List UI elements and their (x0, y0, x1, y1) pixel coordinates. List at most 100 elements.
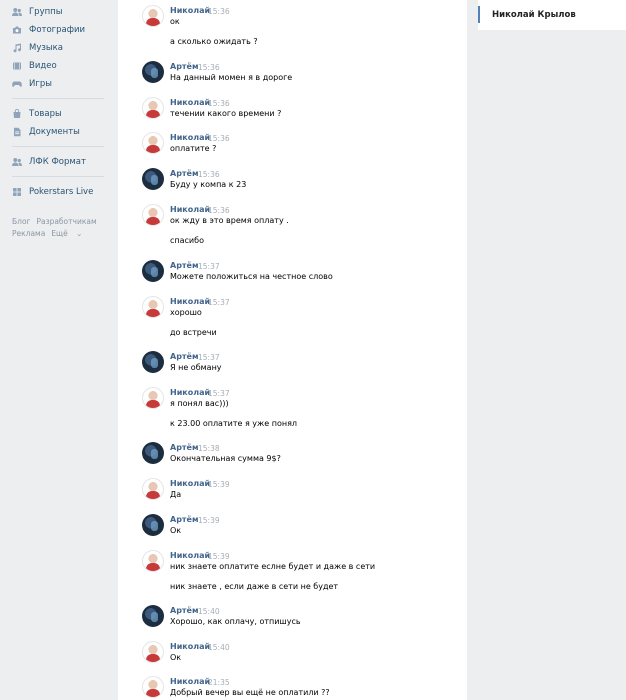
nav-item-documents[interactable]: Документы (12, 125, 80, 139)
message-author[interactable]: Артём (170, 169, 199, 178)
conversation-peer-name[interactable]: Николай Крылов (492, 10, 576, 20)
message-text: Хорошо, как оплачу, отпишусь (170, 617, 301, 626)
message-time[interactable]: 15:39 (208, 552, 230, 561)
app-icon (12, 187, 22, 197)
nav-label: Игры (29, 79, 52, 89)
message-author[interactable]: Николай (170, 677, 210, 686)
avatar[interactable] (142, 514, 164, 536)
message-text: спасибо (170, 236, 204, 245)
message-text: ник знаете оплатите еслне будет и даже в… (170, 562, 376, 571)
avatar[interactable] (142, 296, 164, 318)
selected-indicator (478, 6, 480, 23)
message-author[interactable]: Николай (170, 6, 210, 15)
message-time[interactable]: 15:40 (198, 607, 220, 616)
nav-label: Товары (29, 109, 62, 119)
avatar[interactable] (142, 641, 164, 663)
photos-icon (12, 25, 22, 35)
nav-item-games[interactable]: Игры (12, 77, 52, 91)
avatar[interactable] (142, 605, 164, 627)
message-text: оплатите ? (170, 144, 217, 153)
message-text: Я не обману (170, 363, 222, 372)
message-author[interactable]: Николай (170, 479, 210, 488)
message-author[interactable]: Николай (170, 388, 210, 397)
footer-developers-link[interactable]: Разработчикам (36, 217, 96, 226)
avatar[interactable] (142, 351, 164, 373)
goods-icon (12, 109, 22, 119)
message-time[interactable]: 15:37 (198, 353, 220, 362)
nav-item-video[interactable]: Видео (12, 59, 57, 73)
message-author[interactable]: Артём (170, 515, 199, 524)
message-time[interactable]: 15:36 (198, 170, 220, 179)
message-text: ок жду в это время оплату . (170, 216, 289, 225)
message-author[interactable]: Николай (170, 642, 210, 651)
message-author[interactable]: Артём (170, 62, 199, 71)
message-text: я понял вас))) (170, 399, 229, 408)
message-time[interactable]: 15:36 (208, 7, 230, 16)
message-text: На данный момен я в дороге (170, 73, 293, 82)
games-icon (12, 79, 22, 89)
message-time[interactable]: 15:37 (198, 262, 220, 271)
message-text: течении какого времени ? (170, 109, 282, 118)
nav-label: Фотографии (29, 25, 86, 35)
avatar[interactable] (142, 61, 164, 83)
message-author[interactable]: Артём (170, 606, 199, 615)
nav-item-community[interactable]: ЛФК Формат (12, 155, 86, 169)
nav-item-music[interactable]: Музыка (12, 41, 63, 55)
avatar[interactable] (142, 260, 164, 282)
message-text: ок (170, 17, 180, 26)
footer-blog-link[interactable]: Блог (12, 217, 30, 226)
message-time[interactable]: 15:37 (208, 389, 230, 398)
message-author[interactable]: Артём (170, 443, 199, 452)
footer-links: Блог Разработчикам (12, 217, 103, 226)
avatar[interactable] (142, 387, 164, 409)
nav-item-goods[interactable]: Товары (12, 107, 62, 121)
message-time[interactable]: 15:39 (198, 516, 220, 525)
footer-more-link[interactable]: Ещё ⌄ (51, 229, 88, 238)
nav-divider (12, 176, 104, 177)
avatar[interactable] (142, 478, 164, 500)
groups-icon (12, 7, 22, 17)
message-author[interactable]: Николай (170, 297, 210, 306)
nav-label: Pokerstars Live (29, 187, 94, 197)
footer-ads-link[interactable]: Реклама (12, 229, 45, 238)
avatar[interactable] (142, 442, 164, 464)
message-author[interactable]: Артём (170, 261, 199, 270)
message-text: Ок (170, 526, 182, 535)
message-time[interactable]: 15:36 (208, 134, 230, 143)
avatar[interactable] (142, 5, 164, 27)
avatar[interactable] (142, 132, 164, 154)
nav-item-groups[interactable]: Группы (12, 5, 62, 19)
avatar[interactable] (142, 204, 164, 226)
message-time[interactable]: 15:38 (198, 444, 220, 453)
message-author[interactable]: Николай (170, 133, 210, 142)
message-text: Буду у компа к 23 (170, 180, 247, 189)
message-time[interactable]: 15:39 (208, 480, 230, 489)
message-time[interactable]: 15:40 (208, 643, 230, 652)
chat-history[interactable]: Николай 15:36 ок а сколько ожидать ? Артём 15… (118, 0, 467, 700)
message-time[interactable]: 15:36 (208, 99, 230, 108)
message-time[interactable]: 15:37 (208, 298, 230, 307)
message-time[interactable]: 15:36 (198, 63, 220, 72)
avatar[interactable] (142, 676, 164, 698)
message-author[interactable]: Николай (170, 551, 210, 560)
avatar[interactable] (142, 168, 164, 190)
footer-more-label: Ещё (51, 229, 68, 238)
nav-item-app[interactable]: Pokerstars Live (12, 185, 93, 199)
message-text: хорошо (170, 308, 202, 317)
nav-label: Видео (29, 61, 57, 71)
nav-label: Музыка (29, 43, 63, 53)
message-time[interactable]: 21:35 (208, 678, 230, 687)
message-text: Окончательная сумма 9$? (170, 454, 281, 463)
nav-label: Группы (29, 7, 63, 17)
message-author[interactable]: Артём (170, 352, 199, 361)
nav-label: ЛФК Формат (29, 157, 86, 167)
message-text: Добрый вечер вы ещё не оплатили ?? (170, 688, 330, 697)
message-author[interactable]: Николай (170, 205, 210, 214)
message-author[interactable]: Николай (170, 98, 210, 107)
message-text: к 23.00 оплатите я уже понял (170, 419, 297, 428)
nav-item-photos[interactable]: Фотографии (12, 23, 85, 37)
avatar[interactable] (142, 97, 164, 119)
avatar[interactable] (142, 550, 164, 572)
message-time[interactable]: 15:36 (208, 206, 230, 215)
message-text: ник знаете , если даже в сети не будет (170, 582, 339, 591)
